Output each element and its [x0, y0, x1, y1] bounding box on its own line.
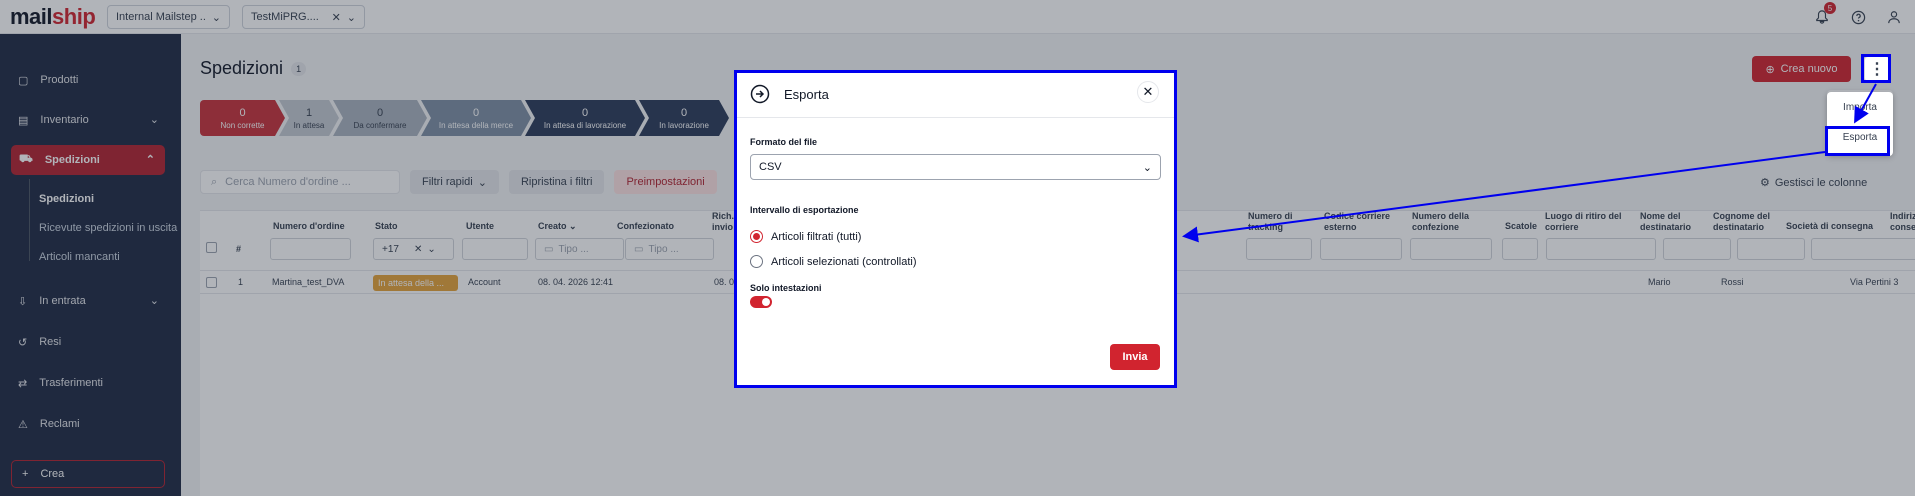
annotation-arrows [1182, 83, 1877, 243]
arrow-kebab-to-export [1854, 83, 1877, 124]
arrow-export-to-dialog [1182, 151, 1826, 243]
